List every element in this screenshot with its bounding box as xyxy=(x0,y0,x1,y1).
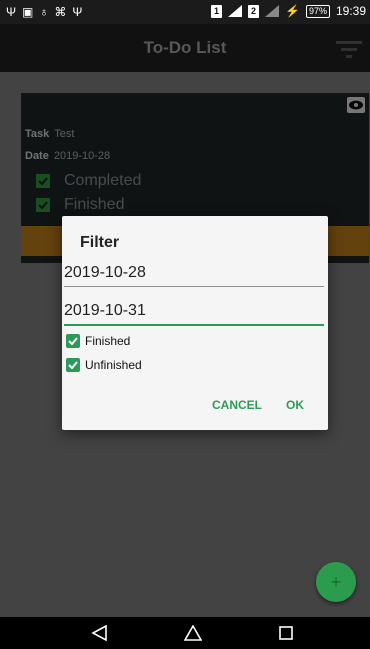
signal-icon xyxy=(228,5,242,17)
status-icons: 1 2 ⚡ 97% 19:39 xyxy=(211,4,366,18)
plus-icon: + xyxy=(330,571,342,592)
finished-filter-label: Finished xyxy=(85,334,131,348)
home-icon[interactable] xyxy=(183,624,203,641)
checkbox-checked-icon[interactable] xyxy=(66,334,80,348)
filter-dialog: Filter Finished Unfinished CANCEL OK xyxy=(62,216,328,430)
usb-icon: Ψ xyxy=(6,5,23,19)
status-bar: Ψ▣♁⌘Ψ 1 2 ⚡ 97% 19:39 xyxy=(0,0,370,24)
clock: 19:39 xyxy=(335,4,366,18)
unfinished-filter-label: Unfinished xyxy=(85,358,142,372)
add-task-button[interactable]: + xyxy=(316,562,356,602)
dialog-title: Filter xyxy=(80,234,120,251)
charging-icon: ⚡ xyxy=(285,4,300,18)
screen: Ψ▣♁⌘Ψ 1 2 ⚡ 97% 19:39 To-Do List Task Te… xyxy=(0,0,370,649)
system-nav-bar xyxy=(0,617,370,649)
recents-icon[interactable] xyxy=(278,625,296,641)
battery-icon: 97% xyxy=(305,4,330,18)
notification-icons: Ψ▣♁⌘Ψ xyxy=(6,5,88,19)
finished-filter-checkbox[interactable]: Finished xyxy=(66,334,130,348)
start-date-field[interactable] xyxy=(64,264,324,287)
cancel-button[interactable]: CANCEL xyxy=(212,398,262,412)
usb-icon: Ψ xyxy=(72,5,89,19)
ok-button[interactable]: OK xyxy=(286,398,304,412)
end-date-field[interactable] xyxy=(64,302,324,326)
signal-icon xyxy=(265,5,279,17)
bulb-icon: ♁ xyxy=(39,5,55,19)
back-icon[interactable] xyxy=(90,624,108,642)
sim2-icon: 2 xyxy=(248,4,259,18)
mouse-icon: ⌘ xyxy=(54,5,73,19)
unfinished-filter-checkbox[interactable]: Unfinished xyxy=(66,358,142,372)
sim1-icon: 1 xyxy=(211,4,222,18)
checkbox-checked-icon[interactable] xyxy=(66,358,80,372)
image-icon: ▣ xyxy=(22,5,40,19)
